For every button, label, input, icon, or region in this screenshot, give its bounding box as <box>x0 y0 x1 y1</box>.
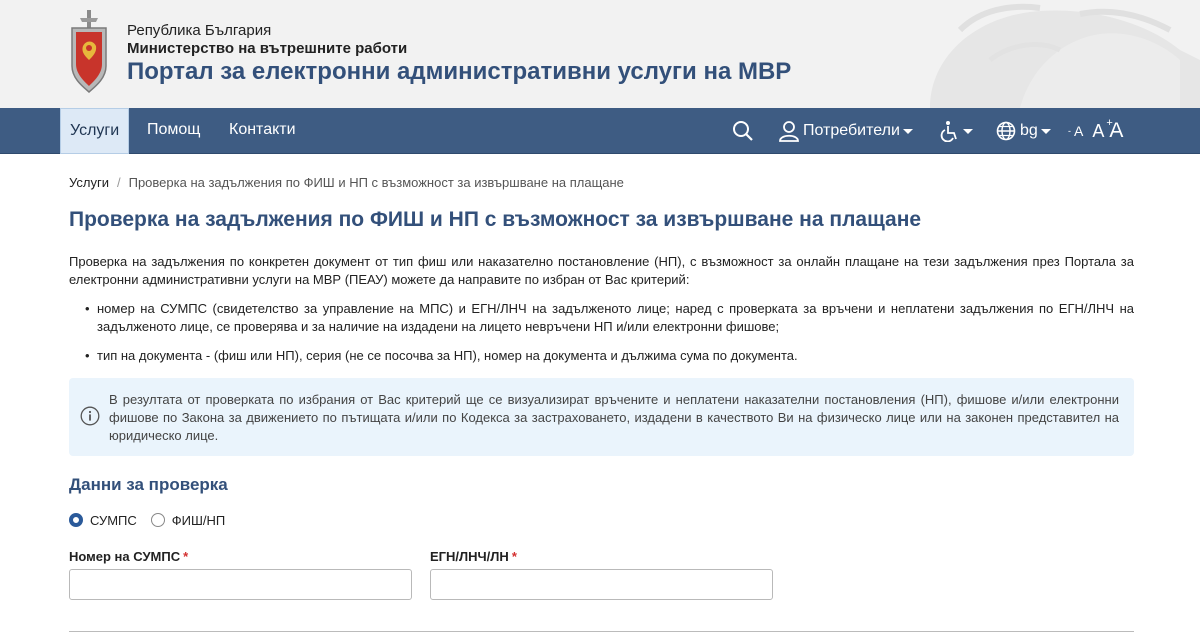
nav-item-help[interactable]: Помощ <box>147 108 200 154</box>
portal-title[interactable]: Портал за електронни административни усл… <box>127 58 791 86</box>
page-title: Проверка на задължения по ФИШ и НП с въз… <box>69 208 922 231</box>
breadcrumb-home-link[interactable]: Услуги <box>69 175 109 190</box>
breadcrumb: Услуги / Проверка на задължения по ФИШ и Н… <box>69 175 624 190</box>
user-icon <box>779 121 799 142</box>
sumps-number-input[interactable] <box>69 569 412 600</box>
nav-item-services[interactable]: Услуги <box>60 108 130 154</box>
required-asterisk: * <box>511 549 517 564</box>
decorative-lion-watermark <box>930 3 1200 108</box>
breadcrumb-current: Проверка на задължения по ФИШ и НП с въз… <box>128 175 624 190</box>
chevron-down-icon <box>1040 128 1051 134</box>
language-menu-button[interactable]: bg <box>996 108 1051 154</box>
font-increase-button[interactable]: + A <box>1106 117 1123 143</box>
users-menu-label: Потребители <box>803 122 900 139</box>
egn-input[interactable] <box>430 569 773 600</box>
radio-fish-np[interactable]: ФИШ/НП <box>150 512 226 528</box>
egn-label: ЕГН/ЛНЧ/ЛН * <box>430 549 517 564</box>
wheelchair-icon <box>940 121 957 142</box>
font-size-controls: -A A + A <box>1068 108 1123 154</box>
language-label: bg <box>1020 122 1038 139</box>
users-menu-button[interactable]: Потребители <box>779 108 913 154</box>
site-header: Република България Министерство на вътре… <box>0 0 1200 108</box>
sumps-number-label: Номер на СУМПС * <box>69 549 189 564</box>
radio-sumps[interactable]: СУМПС <box>69 513 137 528</box>
radio-button-checked[interactable] <box>69 513 83 527</box>
list-item: тип на документа - (фиш или НП), серия (… <box>85 347 1134 365</box>
ministry-name: Министерство на вътрешните работи <box>127 40 408 57</box>
list-item: номер на СУМПС (свидетелство за управлен… <box>85 300 1134 336</box>
form-section-title: Данни за проверка <box>69 475 228 494</box>
divider <box>69 631 1134 632</box>
radio-label: СУМПС <box>90 512 137 528</box>
font-decrease-button[interactable]: -A <box>1068 123 1083 139</box>
accessibility-menu-button[interactable] <box>940 108 973 154</box>
ministry-emblem-logo <box>71 10 107 93</box>
breadcrumb-separator: / <box>116 175 121 190</box>
criteria-radio-group: СУМПС ФИШ/НП <box>69 510 239 530</box>
info-alert-text: В резултата от проверката по избрания от… <box>109 392 1119 443</box>
search-icon <box>733 121 753 141</box>
main-navbar: Услуги Помощ Контакти Потребители bg - A… <box>0 108 1200 154</box>
font-normal-button[interactable]: A <box>1092 121 1104 142</box>
search-button[interactable] <box>732 108 754 154</box>
chevron-down-icon <box>902 128 913 134</box>
globe-icon <box>996 121 1016 141</box>
republic-name: Република България <box>127 22 272 39</box>
info-alert: В резултата от проверката по избрания от… <box>69 378 1134 456</box>
criteria-list: номер на СУМПС (свидетелство за управлен… <box>85 300 1134 365</box>
intro-paragraph: Проверка на задължения по конкретен доку… <box>69 254 1134 287</box>
nav-item-contacts[interactable]: Контакти <box>229 108 296 154</box>
radio-button-unchecked[interactable] <box>150 513 165 527</box>
radio-label: ФИШ/НП <box>171 512 226 528</box>
info-circle-icon <box>80 406 100 426</box>
chevron-down-icon <box>963 128 973 134</box>
required-asterisk: * <box>183 549 189 564</box>
